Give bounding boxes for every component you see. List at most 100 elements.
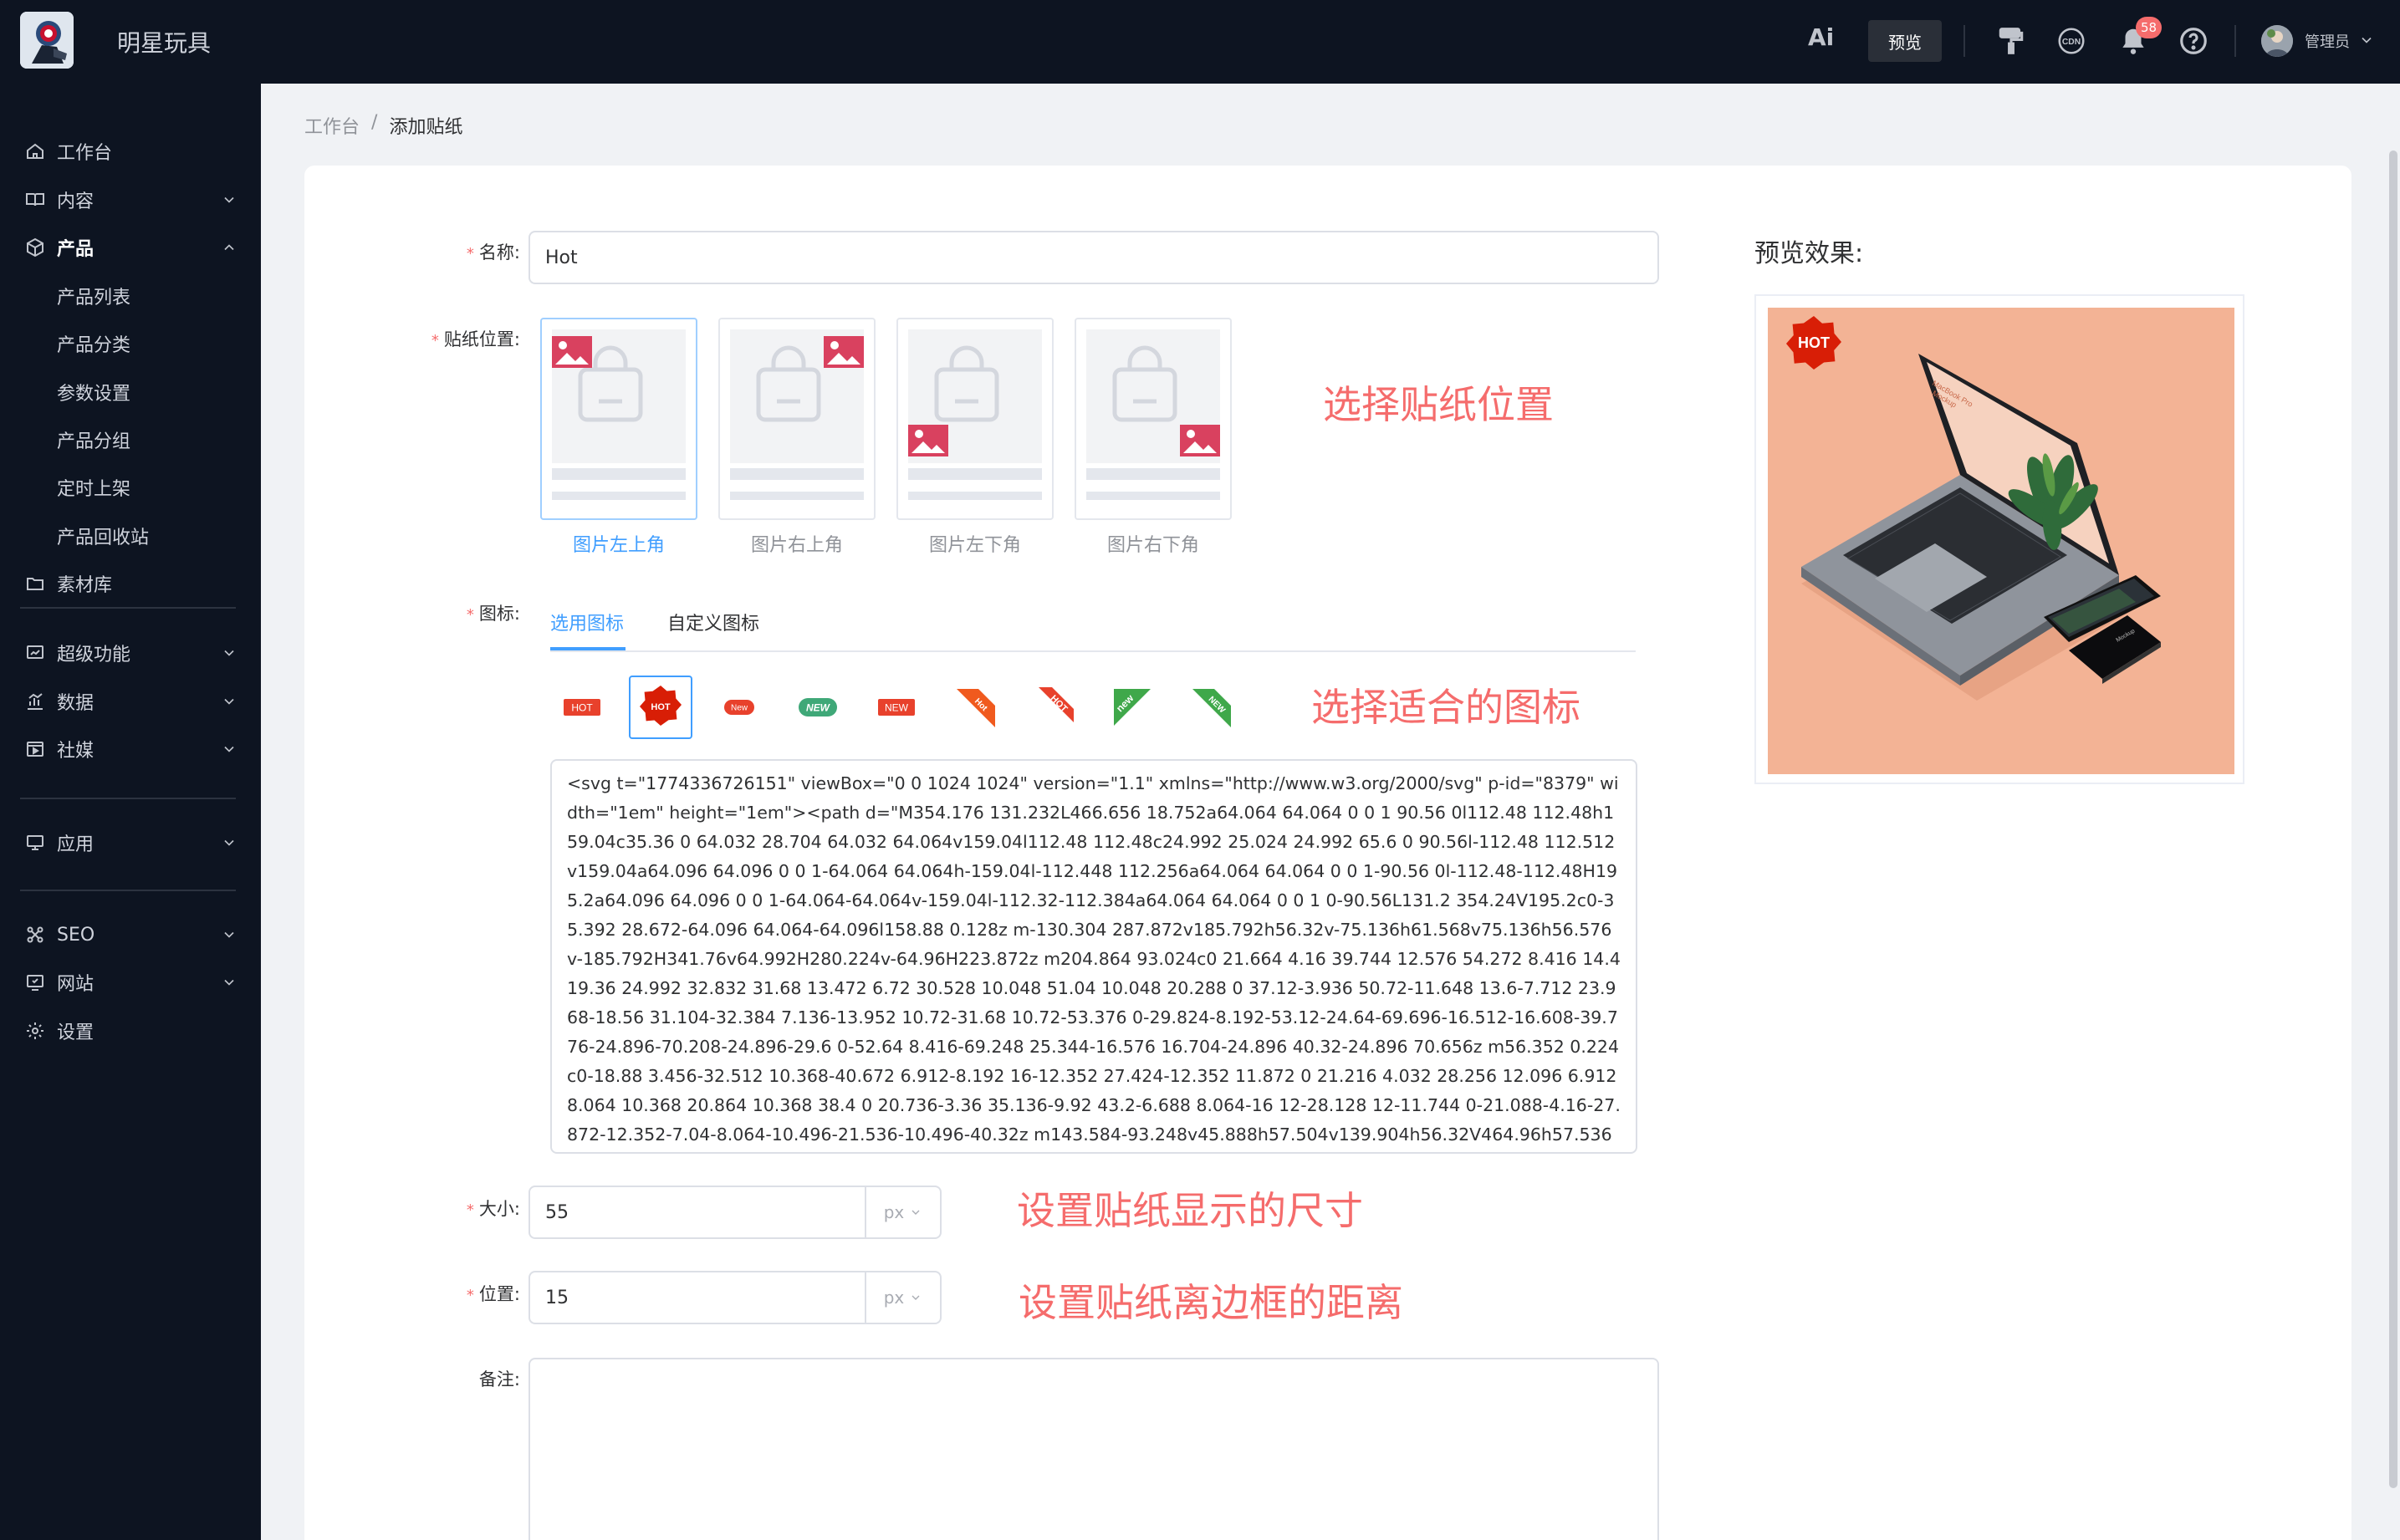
sticker-icon-option[interactable]: HOT bbox=[550, 676, 614, 739]
sidebar: 工作台 内容 产品 产品列表 产品分类 参数设置 产品分组 定时上架 产品回收站… bbox=[0, 84, 261, 1540]
sticker-icon-option[interactable]: Hot bbox=[943, 676, 1007, 739]
size-input[interactable]: 55 bbox=[529, 1186, 866, 1239]
remark-textarea[interactable] bbox=[529, 1358, 1659, 1540]
sidebar-item-settings[interactable]: 设置 bbox=[0, 1007, 261, 1054]
sticker-icon-option[interactable]: NEW bbox=[1179, 676, 1243, 739]
top-bar: 明星玩具 Ai 预览 CDN 58 管理员 bbox=[0, 0, 2400, 84]
tab-active-indicator bbox=[550, 647, 626, 650]
sidebar-subitem-product-list[interactable]: 产品列表 bbox=[0, 273, 261, 319]
name-label: * 名称: bbox=[466, 242, 520, 263]
box-icon bbox=[27, 237, 43, 258]
position-option-bottom-right[interactable] bbox=[1075, 318, 1232, 520]
offset-unit-select[interactable]: px bbox=[866, 1271, 942, 1324]
sidebar-item-label: 网站 bbox=[57, 974, 94, 995]
sidebar-item-seo[interactable]: SEO bbox=[0, 911, 261, 958]
chevron-down-icon[interactable] bbox=[2358, 32, 2375, 48]
app-title: 明星玩具 bbox=[117, 29, 212, 57]
admin-name[interactable]: 管理员 bbox=[2305, 30, 2350, 52]
sidebar-item-label: 超级功能 bbox=[57, 645, 131, 665]
position-option-top-right[interactable] bbox=[718, 318, 876, 520]
position-option-top-left[interactable] bbox=[540, 318, 697, 520]
sticker-icon-option[interactable]: NEW bbox=[865, 676, 928, 739]
chart-icon bbox=[28, 693, 43, 710]
sidebar-item-material-library[interactable]: 素材库 bbox=[0, 560, 261, 607]
chevron-down-icon bbox=[224, 698, 234, 705]
sidebar-subitem-scheduled-listing[interactable]: 定时上架 bbox=[0, 464, 261, 511]
scrollbar-thumb[interactable] bbox=[2389, 150, 2397, 1488]
sidebar-subitem-label: 产品分组 bbox=[57, 431, 131, 452]
page-scrollbar[interactable] bbox=[2387, 84, 2400, 1540]
sidebar-subitem-parameter-settings[interactable]: 参数设置 bbox=[0, 369, 261, 416]
sidebar-item-super-features[interactable]: 超级功能 bbox=[0, 630, 261, 676]
offset-input[interactable]: 15 bbox=[529, 1271, 866, 1324]
preview-button[interactable]: 预览 bbox=[1868, 20, 1942, 62]
icon-label: * 图标: bbox=[466, 604, 520, 624]
sidebar-item-apps[interactable]: 应用 bbox=[0, 819, 261, 866]
tab-custom-icon[interactable]: 自定义图标 bbox=[667, 609, 759, 635]
sidebar-item-content[interactable]: 内容 bbox=[0, 176, 261, 223]
breadcrumb: 工作台 / 添加贴纸 bbox=[304, 112, 462, 139]
name-input[interactable]: Hot bbox=[529, 231, 1659, 284]
sticker-icon-option[interactable]: new bbox=[1100, 676, 1164, 739]
position-option-bottom-left[interactable] bbox=[896, 318, 1054, 520]
size-unit-select[interactable]: px bbox=[866, 1186, 942, 1239]
sticker-icon-option[interactable]: NEW bbox=[786, 676, 850, 739]
app-logo[interactable] bbox=[20, 12, 74, 69]
tab-preset-icons[interactable]: 选用图标 bbox=[550, 609, 624, 635]
sidebar-item-website[interactable]: 网站 bbox=[0, 959, 261, 1006]
sidebar-divider bbox=[20, 798, 236, 799]
sidebar-item-label: 应用 bbox=[57, 834, 94, 855]
ai-button[interactable]: Ai bbox=[1808, 23, 1834, 51]
sidebar-item-label: 数据 bbox=[57, 693, 94, 714]
sidebar-subitem-product-category[interactable]: 产品分类 bbox=[0, 320, 261, 367]
svg-code-textarea[interactable]: <svg t="1774336726151" viewBox="0 0 1024… bbox=[550, 759, 1637, 1154]
preview-frame: MacBook Pro Mockup Mockup HOT bbox=[1754, 294, 2244, 784]
avatar[interactable] bbox=[2261, 25, 2293, 57]
sidebar-subitem-label: 参数设置 bbox=[57, 384, 131, 405]
sidebar-item-label: 素材库 bbox=[57, 575, 113, 596]
monitor-icon bbox=[27, 835, 43, 850]
breadcrumb-root[interactable]: 工作台 bbox=[304, 112, 360, 139]
sidebar-item-product[interactable]: 产品 bbox=[0, 224, 261, 271]
sidebar-subitem-product-group[interactable]: 产品分组 bbox=[0, 416, 261, 463]
sticker-icon-option-selected[interactable]: HOT bbox=[629, 676, 692, 739]
help-icon[interactable] bbox=[2178, 25, 2209, 57]
offset-label: * 位置: bbox=[466, 1284, 520, 1304]
chevron-down-icon bbox=[224, 196, 234, 203]
position-option-label[interactable]: 图片左上角 bbox=[540, 530, 697, 557]
sticker-icon-text: NEW bbox=[806, 702, 831, 714]
image-icon bbox=[824, 336, 864, 368]
sidebar-item-label: 内容 bbox=[57, 191, 94, 212]
chevron-down-icon bbox=[224, 746, 234, 752]
sidebar-subitem-label: 产品列表 bbox=[57, 288, 131, 309]
sticker-icon-option[interactable]: HOT bbox=[1022, 676, 1085, 739]
annotation-choose-position: 选择贴纸位置 bbox=[1323, 382, 1554, 427]
position-option-label[interactable]: 图片右下角 bbox=[1075, 530, 1232, 557]
shopping-bag-icon bbox=[1112, 345, 1177, 422]
sidebar-subitem-product-recycle-bin[interactable]: 产品回收站 bbox=[0, 512, 261, 559]
preview-product-image: MacBook Pro Mockup Mockup HOT bbox=[1768, 308, 2234, 774]
media-icon bbox=[27, 742, 43, 757]
position-option-label[interactable]: 图片左下角 bbox=[896, 530, 1054, 557]
sidebar-item-social-media[interactable]: 社媒 bbox=[0, 726, 261, 773]
image-icon bbox=[1180, 425, 1220, 456]
website-icon bbox=[27, 975, 43, 991]
chevron-down-icon bbox=[224, 650, 234, 656]
sidebar-divider bbox=[20, 890, 236, 891]
toolbar-divider bbox=[2234, 25, 2236, 57]
sticker-icon-option[interactable]: New bbox=[707, 676, 771, 739]
size-label: * 大小: bbox=[466, 1199, 520, 1219]
sticker-icon-text: NEW bbox=[885, 702, 909, 714]
sidebar-subitem-label: 产品分类 bbox=[57, 335, 131, 356]
sidebar-item-data[interactable]: 数据 bbox=[0, 678, 261, 725]
paint-roller-icon[interactable] bbox=[1995, 25, 2027, 57]
breadcrumb-separator: / bbox=[371, 112, 378, 133]
dashboard-icon bbox=[27, 645, 43, 659]
sidebar-item-workbench[interactable]: 工作台 bbox=[0, 128, 261, 175]
chevron-down-icon bbox=[911, 1210, 920, 1215]
cdn-icon[interactable]: CDN bbox=[2055, 25, 2087, 57]
shopping-bag-icon bbox=[756, 345, 821, 422]
position-option-label[interactable]: 图片右上角 bbox=[718, 530, 876, 557]
size-unit-value: px bbox=[883, 1202, 905, 1222]
sidebar-divider bbox=[20, 607, 236, 609]
